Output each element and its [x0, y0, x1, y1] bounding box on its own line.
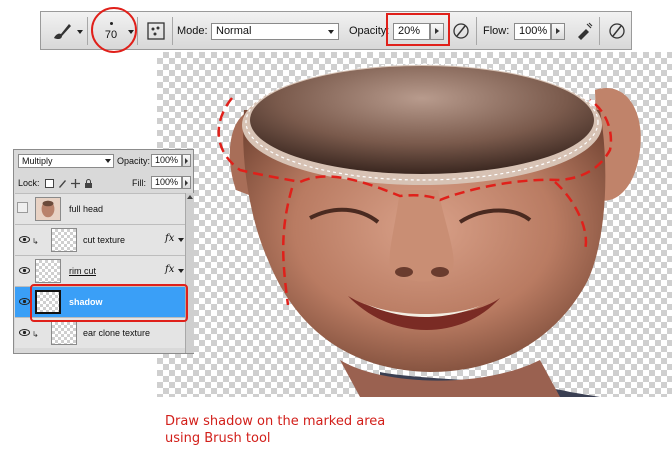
layer-row[interactable]: ↳ cut texture fx: [15, 224, 185, 255]
effects-chevron-down-icon[interactable]: [178, 238, 184, 242]
layer-opacity-label: Opacity:: [117, 156, 151, 166]
layer-effects-fx-icon[interactable]: fx: [165, 233, 174, 244]
layers-panel: Multiply Opacity: 100% Lock: Fill: 100% …: [13, 149, 194, 354]
layers-scrollbar[interactable]: [185, 193, 194, 353]
layer-name: full head: [69, 204, 104, 214]
caption-line-2: using Brush tool: [165, 431, 271, 446]
clipping-arrow-icon: ↳: [32, 330, 39, 339]
effects-chevron-down-icon[interactable]: [178, 269, 184, 273]
eye-visibility-icon[interactable]: [19, 234, 30, 245]
layer-opacity-slider-button[interactable]: [182, 154, 191, 167]
layer-opacity-input[interactable]: 100%: [151, 154, 182, 167]
layer-thumbnail: [35, 197, 61, 221]
scroll-up-arrow-icon[interactable]: [187, 195, 193, 199]
layer-blend-mode-select[interactable]: Multiply: [18, 154, 114, 168]
fill-slider-button[interactable]: [182, 176, 191, 189]
instruction-caption: Draw shadow on the marked area using Bru…: [165, 413, 385, 447]
fill-label: Fill:: [132, 178, 146, 188]
layer-name: ear clone texture: [83, 328, 151, 338]
caption-line-1: Draw shadow on the marked area: [165, 414, 386, 429]
layer-row[interactable]: full head: [15, 193, 185, 224]
lock-position-move-icon[interactable]: [71, 179, 80, 188]
layer-effects-fx-icon[interactable]: fx: [165, 264, 174, 275]
layer-name: rim cut: [69, 266, 96, 276]
lock-all-icon[interactable]: [84, 179, 93, 188]
clipping-arrow-icon: ↳: [32, 237, 39, 246]
eye-visibility-icon[interactable]: [19, 296, 30, 307]
eye-visibility-icon[interactable]: [19, 327, 30, 338]
layer-name: cut texture: [83, 235, 126, 245]
lock-image-brush-icon[interactable]: [58, 179, 67, 188]
lock-transparent-icon[interactable]: [45, 179, 54, 188]
blend-mode-chevron-down-icon[interactable]: [105, 159, 111, 163]
eye-visibility-icon[interactable]: [19, 265, 30, 276]
lock-label: Lock:: [18, 178, 40, 188]
shadow-layer-highlight: [30, 284, 188, 322]
layer-row[interactable]: rim cut fx: [15, 255, 185, 286]
layer-thumbnail: [35, 259, 61, 283]
layer-thumbnail: [51, 228, 77, 252]
visibility-toggle-off[interactable]: [17, 202, 28, 213]
fill-input[interactable]: 100%: [151, 176, 182, 189]
layer-thumbnail: [51, 321, 77, 345]
